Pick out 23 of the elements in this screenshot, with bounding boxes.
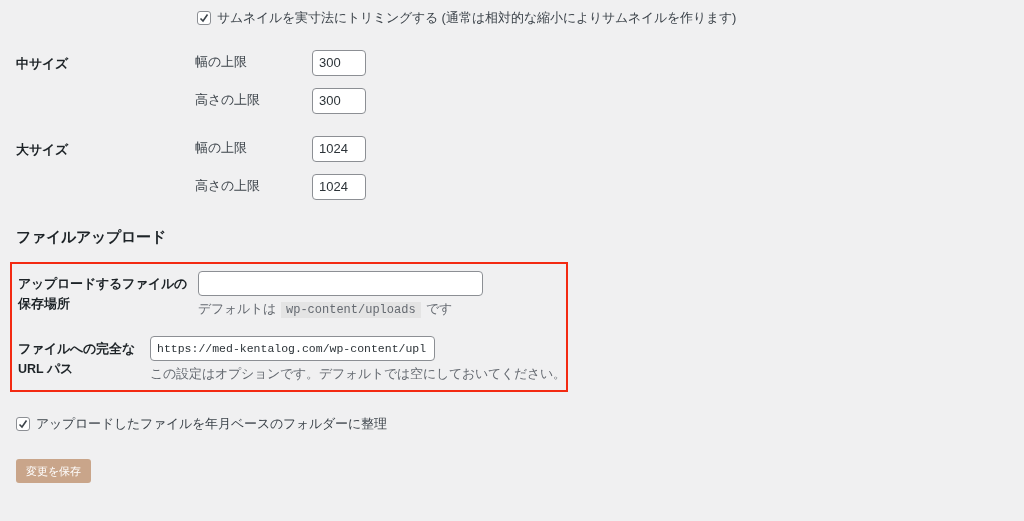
field-label: ファイルへの完全な URL パス: [18, 340, 136, 378]
field-label: 高さの上限: [195, 178, 261, 196]
checkbox-label: サムネイルを実寸法にトリミングする (通常は相対的な縮小によりサムネイルを作ります): [217, 9, 737, 27]
field-label: 幅の上限: [195, 140, 248, 158]
number-input[interactable]: 1024: [312, 173, 366, 200]
field-description: デフォルトは wp-content/uploads です: [198, 301, 453, 319]
number-input[interactable]: 300: [312, 49, 366, 76]
field-label: アップロードするファイルの保存場所: [18, 276, 188, 313]
text-input[interactable]: [198, 271, 483, 296]
checkbox[interactable]: [16, 416, 30, 431]
field-label: 高さの上限: [195, 92, 261, 110]
section-label: 大サイズ: [16, 140, 70, 159]
checkmark-icon: [199, 12, 209, 23]
field-label: 幅の上限: [195, 54, 248, 72]
section-heading: ファイルアップロード: [16, 226, 167, 247]
checkmark-icon: [18, 418, 28, 429]
checkbox-label: アップロードしたファイルを年月ベースのフォルダーに整理: [36, 414, 387, 433]
number-input[interactable]: 300: [312, 87, 366, 114]
checkbox[interactable]: [197, 10, 211, 25]
section-label: 中サイズ: [16, 54, 70, 73]
text-input[interactable]: https://med-kentalog.com/wp-content/upl: [150, 336, 435, 361]
field-description: この設定はオプションです。デフォルトでは空にしておいてください。: [150, 366, 566, 383]
number-input[interactable]: 1024: [312, 135, 366, 162]
